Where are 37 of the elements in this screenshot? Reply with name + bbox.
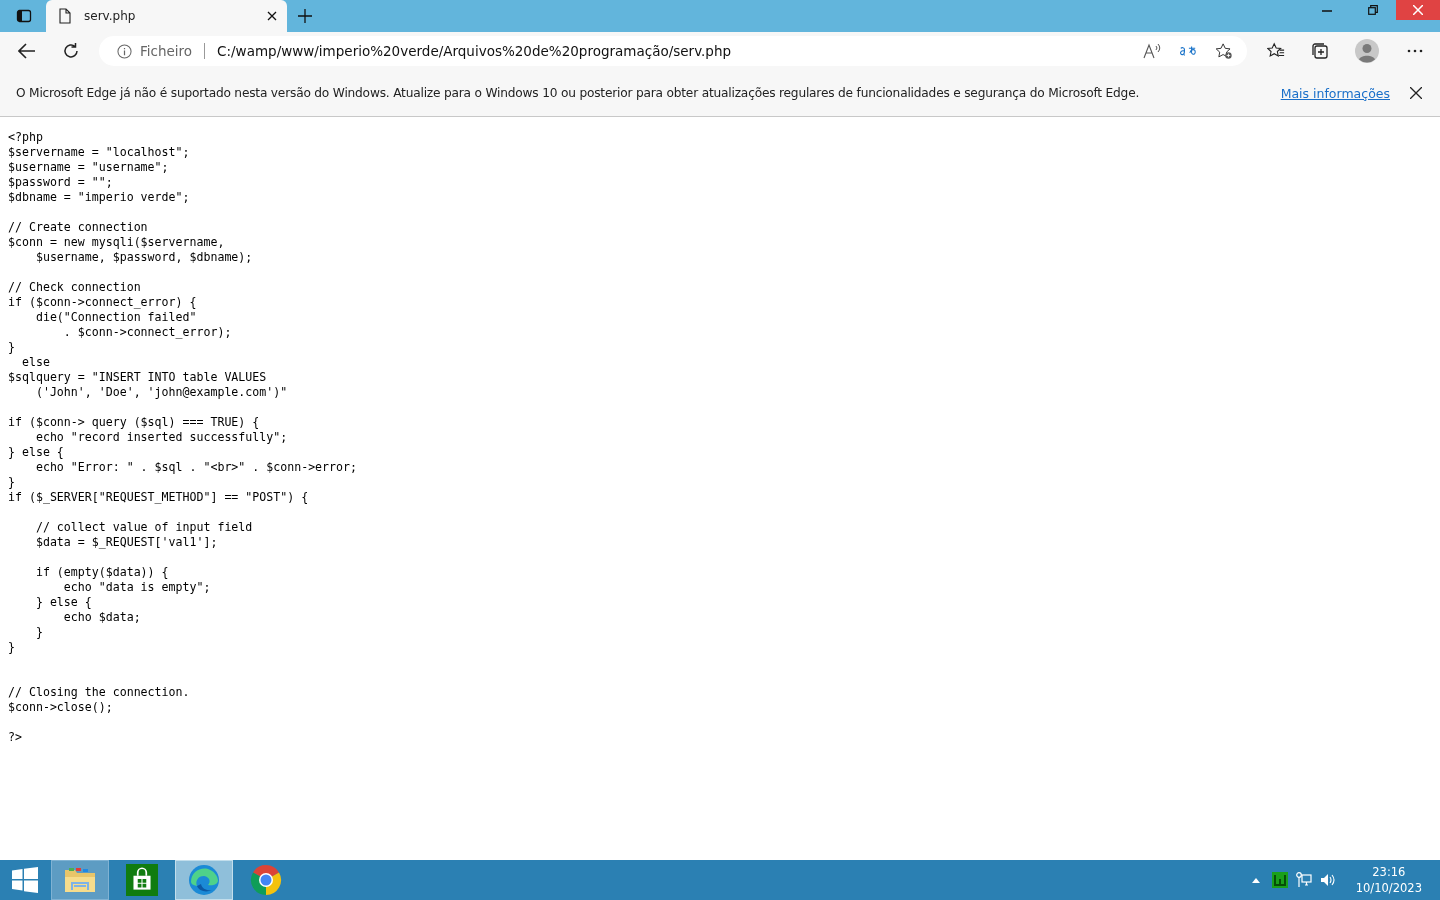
tab-title: serv.php xyxy=(84,9,137,23)
edge-logo-icon xyxy=(188,864,220,896)
refresh-icon[interactable] xyxy=(62,42,80,60)
clock-date: 10/10/2023 xyxy=(1355,880,1422,896)
read-aloud-icon[interactable] xyxy=(1143,43,1161,59)
tab-actions-icon[interactable] xyxy=(16,8,32,24)
close-tab-icon[interactable] xyxy=(267,11,277,21)
code-text: <?php $servername = "localhost"; $username = "username"; $password = ""; $dbname = "imperio verde"; // Create connection $conn = new mysqli($servername, $username, $password, $dbname); // Check connection if ($conn->connect_error) { die("Connection failed" . $conn->connect_error); } else $sqlquery = "INSERT INTO table VALUES ('John', 'Doe', 'john@example.com')" if ($conn-> query ($sql) === TRUE) { echo "record inserted successfully"; } else { echo "Error: " . $sql . "<br>" . $conn->error; } if ($_SERVER["REQUEST_METHOD"] == "POST") { // collect value of input field $data = $_REQUEST['val1']; if (empty($data)) { echo "data is empty"; } else { echo $data; } } // Closing the connection. $conn->close(); ?> xyxy=(8,130,357,745)
clock-time: 23:16 xyxy=(1372,864,1406,880)
speaker-icon[interactable] xyxy=(1319,872,1336,888)
windows-start-icon[interactable] xyxy=(12,867,38,893)
close-icon xyxy=(1413,5,1423,15)
more-info-link[interactable]: Mais informações xyxy=(1280,85,1390,101)
collections-icon[interactable] xyxy=(1311,42,1329,60)
star-plus-icon[interactable] xyxy=(1215,43,1233,59)
edge-button[interactable] xyxy=(175,860,233,900)
favorites-icon[interactable] xyxy=(1267,42,1285,60)
close-icon[interactable] xyxy=(1410,87,1422,99)
chrome-logo-icon xyxy=(250,864,282,896)
info-message: O Microsoft Edge já não é suportado nesta versão do Windows. Atualize para o Windows 10 ou posterior para obter atualizações regulares de funcionalidades e segurança do Microsoft Edge. xyxy=(16,86,1140,100)
close-button[interactable] xyxy=(1396,0,1440,20)
back-arrow-icon[interactable] xyxy=(18,42,36,60)
document-icon xyxy=(59,8,71,24)
more-options-icon[interactable] xyxy=(1407,49,1423,53)
network-icon[interactable] xyxy=(1295,872,1312,888)
info-icon[interactable] xyxy=(117,43,132,59)
new-tab-icon[interactable] xyxy=(298,9,312,23)
address-field[interactable]: Ficheiro C:/wamp/www/imperio%20verde/Arquivos%20de%20programação/serv.php xyxy=(99,36,1247,66)
restore-icon[interactable] xyxy=(1368,5,1378,15)
clock[interactable]: 23:16 10/10/2023 xyxy=(1355,864,1422,896)
url-text: C:/wamp/www/imperio%20verde/Arquivos%20de%20programação/serv.php xyxy=(217,43,732,59)
letter-w-tray-icon[interactable] xyxy=(1271,872,1288,888)
scheme-label: Ficheiro xyxy=(140,43,193,59)
show-hidden-icons-icon[interactable] xyxy=(1251,877,1260,883)
profile-avatar-icon[interactable] xyxy=(1355,39,1379,63)
browser-tab[interactable]: serv.php xyxy=(46,0,287,32)
shopping-bag-icon xyxy=(126,864,158,896)
